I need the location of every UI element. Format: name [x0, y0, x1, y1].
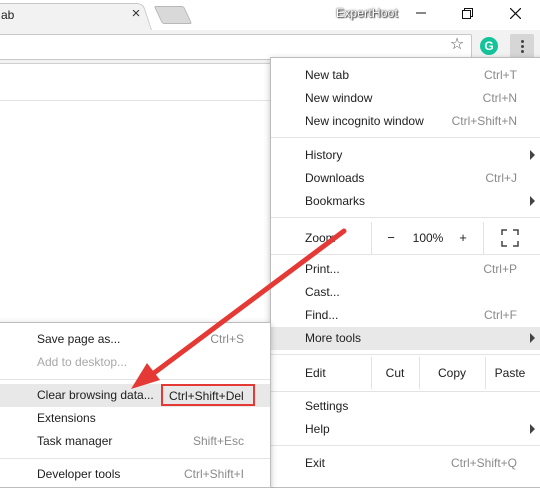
submenu-item-extensions[interactable]: Extensions: [0, 407, 270, 430]
submenu-item-add-to-desktop: Add to desktop...: [0, 351, 270, 374]
kebab-dot-icon: [520, 39, 524, 43]
paste-button[interactable]: Paste: [485, 357, 535, 389]
menu-item-label: Save page as...: [37, 332, 121, 346]
menu-item-shortcut: Ctrl+P: [483, 262, 517, 276]
menu-separator: [271, 217, 540, 218]
grammarly-extension-icon[interactable]: G: [480, 37, 498, 55]
edit-row: Edit Cut Copy Paste: [271, 357, 540, 389]
minimize-button[interactable]: [398, 0, 444, 26]
kebab-dot-icon: [520, 49, 524, 53]
edit-label: Edit: [305, 366, 326, 380]
menu-item-shortcut: Ctrl+T: [484, 68, 517, 82]
menu-item-exit[interactable]: Exit Ctrl+Shift+Q: [271, 452, 540, 475]
submenu-arrow-icon: [530, 196, 535, 206]
menu-item-label: Help: [305, 422, 330, 436]
chrome-main-menu: New tab Ctrl+T New window Ctrl+N New inc…: [270, 57, 540, 488]
submenu-item-task-manager[interactable]: Task manager Shift+Esc: [0, 430, 270, 453]
submenu-arrow-icon: [530, 424, 535, 434]
menu-item-label: Add to desktop...: [37, 355, 128, 369]
zoom-out-button[interactable]: −: [371, 222, 411, 254]
menu-item-new-tab[interactable]: New tab Ctrl+T: [271, 64, 540, 87]
menu-item-shortcut: Ctrl+S: [210, 332, 244, 346]
tab-title: ab: [1, 8, 15, 22]
menu-item-shortcut: Ctrl+Shift+I: [183, 467, 244, 481]
shortcut-highlight-box: Ctrl+Shift+Del: [161, 384, 255, 406]
new-tab-button[interactable]: [153, 6, 193, 24]
menu-item-shortcut: Ctrl+J: [485, 171, 517, 185]
submenu-item-save-page[interactable]: Save page as... Ctrl+S: [0, 328, 270, 351]
kebab-dot-icon: [520, 44, 524, 48]
menu-item-label: History: [305, 148, 343, 162]
menu-item-cast[interactable]: Cast...: [271, 281, 540, 304]
menu-item-label: New incognito window: [305, 114, 424, 128]
menu-separator: [271, 137, 540, 138]
menu-item-label: Clear browsing data...: [37, 388, 154, 402]
menu-separator: [271, 254, 540, 255]
menu-item-label: Extensions: [37, 411, 96, 425]
menu-item-settings[interactable]: Settings: [271, 395, 540, 418]
menu-item-label: Print...: [305, 262, 340, 276]
menu-item-label: Exit: [305, 456, 326, 470]
menu-item-label: Find...: [305, 308, 339, 322]
cut-button[interactable]: Cut: [371, 357, 419, 389]
profile-name[interactable]: ExpertHoot: [336, 6, 398, 20]
menu-item-label: New window: [305, 91, 373, 105]
menu-item-history[interactable]: History: [271, 144, 540, 167]
menu-item-label: New tab: [305, 68, 350, 82]
menu-item-shortcut: Shift+Esc: [192, 434, 244, 448]
menu-separator: [0, 458, 270, 459]
submenu-arrow-icon: [530, 333, 535, 343]
chrome-menu-button[interactable]: [510, 34, 534, 58]
page-divider: [0, 100, 275, 101]
menu-item-label: Developer tools: [37, 467, 121, 481]
minimize-icon: [416, 12, 426, 14]
menu-separator: [271, 391, 540, 392]
menu-item-bookmarks[interactable]: Bookmarks: [271, 190, 540, 213]
menu-separator: [271, 445, 540, 446]
bookmark-star-icon[interactable]: ☆: [448, 36, 466, 54]
menu-item-label: Task manager: [37, 434, 113, 448]
submenu-item-developer-tools[interactable]: Developer tools Ctrl+Shift+I: [0, 463, 270, 486]
close-window-button[interactable]: [492, 0, 538, 26]
zoom-divider: [483, 222, 484, 254]
menu-item-shortcut: Ctrl+F: [484, 308, 517, 322]
clear-browsing-shortcut: Ctrl+Shift+Del: [169, 389, 244, 403]
menu-item-new-incognito-window[interactable]: New incognito window Ctrl+Shift+N: [271, 110, 540, 133]
close-icon: [509, 7, 521, 19]
restore-icon: [461, 7, 473, 19]
menu-item-shortcut: Ctrl+Shift+Q: [450, 456, 517, 470]
title-bar: ab × ExpertHoot: [0, 0, 540, 30]
menu-item-shortcut: Ctrl+Shift+N: [451, 114, 517, 128]
menu-item-find[interactable]: Find... Ctrl+F: [271, 304, 540, 327]
fullscreen-icon[interactable]: [501, 229, 519, 247]
menu-item-downloads[interactable]: Downloads Ctrl+J: [271, 167, 540, 190]
restore-button[interactable]: [444, 0, 490, 26]
menu-item-label: Downloads: [305, 171, 365, 185]
zoom-row: Zoom − 100% +: [271, 222, 540, 254]
copy-button[interactable]: Copy: [419, 357, 485, 389]
menu-item-new-window[interactable]: New window Ctrl+N: [271, 87, 540, 110]
menu-item-label: Settings: [305, 399, 349, 413]
menu-separator: [271, 354, 540, 355]
zoom-in-button[interactable]: +: [443, 222, 483, 254]
menu-separator: [0, 379, 270, 380]
menu-item-help[interactable]: Help: [271, 418, 540, 441]
submenu-arrow-icon: [530, 150, 535, 160]
tab-close-icon[interactable]: ×: [128, 6, 144, 22]
menu-item-label: Cast...: [305, 285, 340, 299]
menu-item-shortcut: Ctrl+N: [482, 91, 517, 105]
menu-item-print[interactable]: Print... Ctrl+P: [271, 258, 540, 281]
menu-item-more-tools[interactable]: More tools: [271, 327, 540, 350]
zoom-label: Zoom: [305, 231, 336, 245]
menu-item-label: More tools: [305, 331, 362, 345]
menu-item-label: Bookmarks: [305, 194, 366, 208]
